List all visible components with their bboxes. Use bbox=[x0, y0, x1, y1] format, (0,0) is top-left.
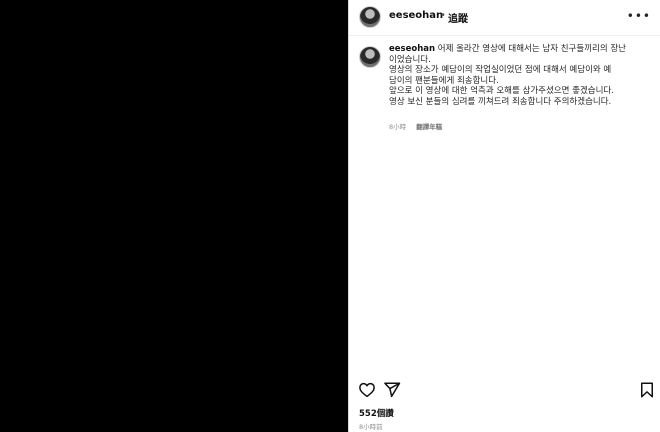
header-username[interactable]: eeseohan bbox=[389, 10, 443, 21]
translate-link[interactable]: 翻譯年糕 bbox=[416, 123, 442, 131]
caption-line-1: 어제 올라간 영상에 대해서는 남자 친구들끼리의 장난 bbox=[437, 44, 627, 54]
caption-line-5: 앞으로 이 영상에 대한 억측과 오해를 삼가주셨으면 좋겠습니다. bbox=[389, 86, 614, 97]
action-bar bbox=[349, 378, 660, 402]
post-media[interactable] bbox=[0, 0, 348, 432]
caption-text: eeseohan 어제 올라간 영상에 대해서는 남자 친구들끼리의 장난 이었… bbox=[389, 44, 649, 108]
post-time: 8小時前 bbox=[359, 423, 383, 431]
caption-username[interactable]: eeseohan bbox=[389, 44, 435, 54]
share-icon[interactable] bbox=[383, 381, 401, 399]
bookmark-icon[interactable] bbox=[638, 381, 656, 399]
avatar[interactable] bbox=[359, 6, 381, 28]
like-count[interactable]: 552個讚 bbox=[359, 407, 394, 419]
caption-avatar[interactable] bbox=[359, 46, 381, 68]
caption-meta: 8小時 翻譯年糕 bbox=[389, 121, 442, 131]
caption-line-6: 영상 보신 분들의 심려를 끼쳐드려 죄송합니다 주의하겠습니다. bbox=[389, 96, 612, 107]
caption-line-4: 담이의 팬분들에게 죄송합니다. bbox=[389, 75, 499, 86]
caption-line-3: 영상의 장소가 예담이의 작업실이었던 점에 대해서 예담이와 예 bbox=[389, 65, 612, 76]
header-separator: • bbox=[440, 10, 446, 21]
more-options-icon[interactable]: ••• bbox=[627, 10, 651, 22]
post-header: eeseohan • 追蹤 ••• bbox=[349, 0, 660, 36]
heart-icon[interactable] bbox=[358, 381, 376, 399]
caption-time: 8小時 bbox=[389, 123, 407, 131]
caption-line-2: 이었습니다. bbox=[389, 54, 431, 65]
post-panel: eeseohan • 追蹤 ••• eeseohan 어제 올라간 영상에 대해… bbox=[348, 0, 660, 432]
caption-first-line: eeseohan 어제 올라간 영상에 대해서는 남자 친구들끼리의 장난 bbox=[389, 44, 649, 55]
follow-button[interactable]: 追蹤 bbox=[448, 10, 468, 25]
